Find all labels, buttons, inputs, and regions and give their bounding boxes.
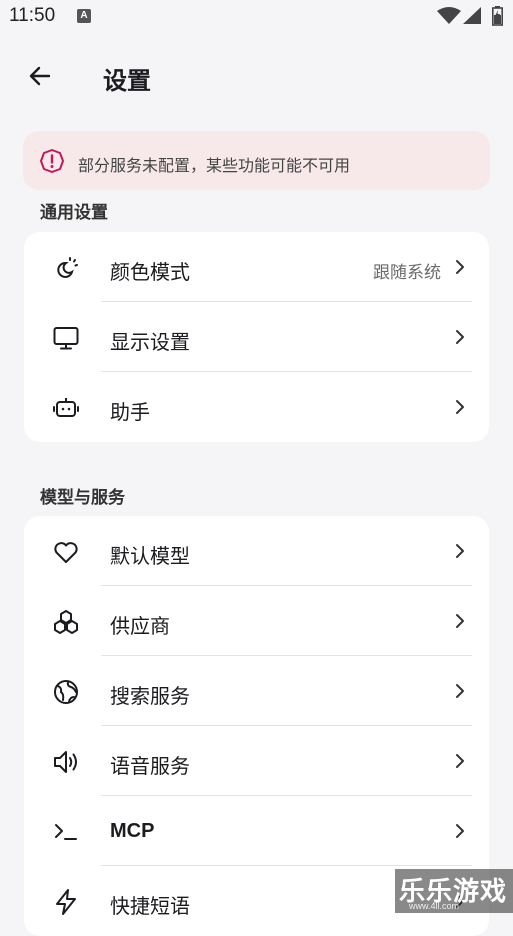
settings-row-label: 助手 [110, 400, 150, 424]
section-title-models: 模型与服务 [40, 488, 125, 508]
section-title-general: 通用设置 [40, 203, 108, 223]
notification-icon: A [77, 9, 91, 23]
settings-row-assistant[interactable]: 助手 [24, 372, 489, 442]
settings-row-label: 颜色模式 [110, 260, 190, 284]
alert-circle-icon [40, 149, 64, 173]
wifi-icon [437, 7, 461, 24]
color-mode-value: 跟随系统 [373, 263, 441, 283]
chevron-right-icon [456, 754, 464, 768]
color-mode-icon [52, 254, 80, 282]
settings-row-label: 显示设置 [110, 330, 190, 354]
signal-icon [463, 7, 481, 24]
chevron-right-icon [456, 614, 464, 628]
settings-row-display[interactable]: 显示设置 [24, 302, 489, 372]
chevron-right-icon [456, 684, 464, 698]
chevron-right-icon [456, 824, 464, 838]
warning-text: 部分服务未配置，某些功能可能不可用 [78, 156, 351, 175]
settings-row-label: 搜索服务 [110, 684, 190, 708]
boxes-icon [52, 608, 80, 636]
chevron-right-icon [456, 544, 464, 558]
settings-row-default-model[interactable]: 默认模型 [24, 516, 489, 586]
watermark-url: www.4ll.com [409, 901, 460, 911]
settings-row-label: 快捷短语 [110, 894, 190, 918]
status-bar: 11:50 A [0, 0, 513, 36]
globe-icon [52, 678, 80, 706]
settings-row-label: 语音服务 [110, 754, 190, 778]
back-button[interactable] [22, 58, 58, 94]
watermark: 乐乐游戏 www.4ll.com [395, 869, 513, 913]
lightning-icon [52, 888, 80, 916]
battery-icon [492, 6, 503, 26]
monitor-icon [52, 324, 80, 352]
settings-row-label: 供应商 [110, 614, 170, 638]
robot-icon [52, 394, 80, 422]
settings-row-search-service[interactable]: 搜索服务 [24, 656, 489, 726]
settings-row-voice-service[interactable]: 语音服务 [24, 726, 489, 796]
general-settings-card: 颜色模式 跟随系统 显示设置 助手 [24, 232, 489, 442]
chevron-right-icon [456, 260, 464, 274]
status-time: 11:50 [9, 5, 56, 26]
settings-row-label: MCP [110, 820, 155, 842]
speaker-icon [52, 748, 80, 776]
chevron-right-icon [456, 330, 464, 344]
settings-row-label: 默认模型 [110, 544, 190, 568]
page-title: 设置 [103, 67, 151, 95]
settings-row-providers[interactable]: 供应商 [24, 586, 489, 656]
terminal-icon [52, 818, 80, 846]
settings-row-mcp[interactable]: MCP [24, 796, 489, 866]
heart-icon [52, 538, 80, 566]
warning-banner: 部分服务未配置，某些功能可能不可用 [23, 131, 490, 190]
chevron-right-icon [456, 400, 464, 414]
settings-row-color-mode[interactable]: 颜色模式 跟随系统 [24, 232, 489, 302]
app-bar: 设置 [0, 50, 513, 102]
arrow-left-icon [29, 66, 51, 86]
